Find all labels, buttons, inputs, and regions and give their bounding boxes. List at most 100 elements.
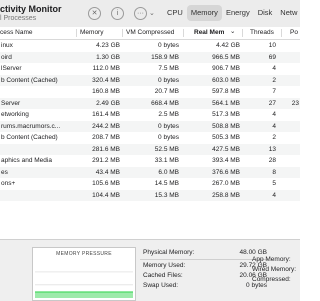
vm-compressed-cell: 33.1 MB bbox=[154, 157, 179, 164]
ports-cell: 23 bbox=[291, 99, 299, 107]
tab-memory[interactable]: Memory bbox=[186, 5, 222, 21]
table-row[interactable]: es 43.4 MB 6.0 MB 376.6 MB 8 bbox=[0, 166, 300, 178]
process-name-cell: aphics and Media bbox=[1, 157, 52, 164]
memory-cell: 320.4 MB bbox=[92, 76, 120, 84]
real-mem-cell: 258.8 MB bbox=[212, 191, 240, 199]
memory-pressure-graph: MEMORY PRESSURE bbox=[32, 247, 136, 301]
column-divider[interactable] bbox=[183, 29, 184, 37]
table-row[interactable]: rums.macrumors.c... 244.2 MB 0 bytes 508.8 … bbox=[0, 120, 300, 132]
physical-memory-value: 48.00 GB bbox=[239, 249, 267, 256]
toolbar: ctivity Monitor l Processes ✕ i ··· ⌄ CP… bbox=[0, 0, 300, 27]
tab-network[interactable]: Netw bbox=[276, 5, 301, 21]
threads-cell: 4 bbox=[272, 65, 276, 72]
vm-compressed-cell: 20.7 MB bbox=[154, 88, 179, 95]
process-name-cell: es bbox=[1, 168, 8, 176]
more-icon[interactable]: ··· bbox=[134, 7, 147, 20]
vm-compressed-cell: 158.9 MB bbox=[151, 53, 179, 61]
column-divider[interactable] bbox=[76, 29, 77, 37]
process-name-cell: b Content (Cached) bbox=[1, 76, 58, 84]
memory-cell: 2.49 GB bbox=[96, 99, 120, 107]
threads-cell: 13 bbox=[268, 145, 276, 153]
threads-cell: 8 bbox=[272, 168, 276, 176]
real-mem-cell: 603.0 MB bbox=[212, 76, 240, 84]
table-row[interactable]: ons+ 105.6 MB 14.5 MB 267.0 MB 5 bbox=[0, 178, 300, 190]
vm-compressed-cell: 7.5 MB bbox=[158, 65, 179, 72]
column-header-process-name[interactable]: cess Name bbox=[0, 29, 33, 36]
table-row[interactable]: inux 4.23 GB 0 bytes 4.42 GB 10 bbox=[0, 40, 300, 52]
info-icon[interactable]: i bbox=[111, 7, 124, 20]
memory-cell: 4.23 GB bbox=[96, 42, 120, 49]
column-header-vm-compressed[interactable]: VM Compressed bbox=[126, 29, 174, 36]
process-name-cell: oird bbox=[1, 53, 12, 61]
threads-cell: 28 bbox=[268, 157, 276, 164]
process-filter-label[interactable]: l Processes bbox=[0, 15, 36, 22]
threads-cell: 7 bbox=[272, 88, 276, 95]
tab-energy[interactable]: Energy bbox=[222, 5, 254, 21]
compressed-label: Compressed: bbox=[252, 276, 291, 283]
memory-cell: 160.8 MB bbox=[92, 88, 120, 95]
table-row[interactable]: 104.4 MB 15.3 MB 258.8 MB 4 bbox=[0, 189, 300, 201]
threads-cell: 2 bbox=[272, 76, 276, 84]
swap-used-label: Swap Used: bbox=[143, 282, 179, 289]
tab-disk[interactable]: Disk bbox=[254, 5, 277, 21]
column-header-real-mem[interactable]: Real Mem bbox=[194, 29, 224, 36]
real-mem-cell: 427.5 MB bbox=[212, 145, 240, 153]
threads-cell: 4 bbox=[272, 111, 276, 118]
table-row[interactable]: aphics and Media 291.2 MB 33.1 MB 393.4 MB 2… bbox=[0, 155, 300, 167]
real-mem-cell: 505.3 MB bbox=[212, 134, 240, 141]
memory-cell: 208.7 MB bbox=[92, 134, 120, 141]
threads-cell: 10 bbox=[268, 42, 276, 49]
threads-cell: 5 bbox=[272, 180, 276, 187]
sort-descending-icon: ⌄ bbox=[230, 28, 236, 35]
real-mem-cell: 267.0 MB bbox=[212, 180, 240, 187]
physical-memory-label: Physical Memory: bbox=[143, 249, 195, 256]
vm-compressed-cell: 0 bytes bbox=[158, 122, 179, 130]
process-name-cell: b Content (Cached) bbox=[1, 134, 58, 141]
vm-compressed-cell: 15.3 MB bbox=[154, 191, 179, 199]
vm-compressed-cell: 6.0 MB bbox=[158, 168, 179, 176]
table-row[interactable]: lServer 112.0 MB 7.5 MB 906.7 MB 4 bbox=[0, 63, 300, 75]
process-name-cell: ons+ bbox=[1, 180, 16, 187]
vm-compressed-cell: 2.5 MB bbox=[158, 111, 179, 118]
memory-cell: 244.2 MB bbox=[92, 122, 120, 130]
memory-cell: 161.4 MB bbox=[92, 111, 120, 118]
divider bbox=[140, 259, 268, 260]
table-row[interactable]: etworking 161.4 MB 2.5 MB 517.3 MB 4 bbox=[0, 109, 300, 121]
column-divider[interactable] bbox=[122, 29, 123, 37]
vm-compressed-cell: 0 bytes bbox=[158, 76, 179, 84]
threads-cell: 4 bbox=[272, 122, 276, 130]
pressure-fill bbox=[35, 292, 133, 298]
table-row[interactable]: b Content (Cached) 208.7 MB 0 bytes 505.3 M… bbox=[0, 132, 300, 144]
memory-summary-panel: MEMORY PRESSURE Physical Memory: 48.00 G… bbox=[0, 239, 300, 301]
process-table: inux 4.23 GB 0 bytes 4.42 GB 10 oird 1.30 GB 15… bbox=[0, 40, 300, 201]
threads-cell: 27 bbox=[268, 99, 276, 107]
app-memory-label: App Memory: bbox=[252, 256, 291, 263]
memory-cell: 105.6 MB bbox=[92, 180, 120, 187]
vm-compressed-cell: 52.5 MB bbox=[154, 145, 179, 153]
threads-cell: 69 bbox=[268, 53, 276, 61]
memory-cell: 1.30 GB bbox=[96, 53, 120, 61]
real-mem-cell: 393.4 MB bbox=[212, 157, 240, 164]
table-row[interactable]: oird 1.30 GB 158.9 MB 966.5 MB 69 bbox=[0, 51, 300, 63]
column-divider[interactable] bbox=[242, 29, 243, 37]
swap-used-value: 0 bytes bbox=[246, 282, 267, 289]
table-row[interactable]: Server 2.49 GB 668.4 MB 564.1 MB 27 23 bbox=[0, 97, 300, 109]
table-row[interactable]: b Content (Cached) 320.4 MB 0 bytes 603.0 M… bbox=[0, 74, 300, 86]
column-divider[interactable] bbox=[281, 29, 282, 37]
threads-cell: 2 bbox=[272, 134, 276, 141]
process-name-cell: inux bbox=[1, 42, 13, 49]
memory-pressure-chart bbox=[35, 271, 133, 298]
column-header-threads[interactable]: Threads bbox=[250, 29, 274, 36]
tab-cpu[interactable]: CPU bbox=[163, 5, 187, 21]
memory-used-label: Memory Used: bbox=[143, 262, 186, 269]
memory-cell: 43.4 MB bbox=[95, 168, 120, 176]
table-row[interactable]: 281.6 MB 52.5 MB 427.5 MB 13 bbox=[0, 143, 300, 155]
table-row[interactable]: 160.8 MB 20.7 MB 597.8 MB 7 bbox=[0, 86, 300, 98]
real-mem-cell: 597.8 MB bbox=[212, 88, 240, 95]
process-name-cell: lServer bbox=[1, 65, 22, 72]
chevron-down-icon[interactable]: ⌄ bbox=[149, 9, 155, 17]
column-header-ports[interactable]: Po bbox=[290, 29, 298, 36]
column-header-memory[interactable]: Memory bbox=[80, 29, 103, 36]
vm-compressed-cell: 0 bytes bbox=[158, 134, 179, 141]
stop-process-icon[interactable]: ✕ bbox=[88, 7, 101, 20]
